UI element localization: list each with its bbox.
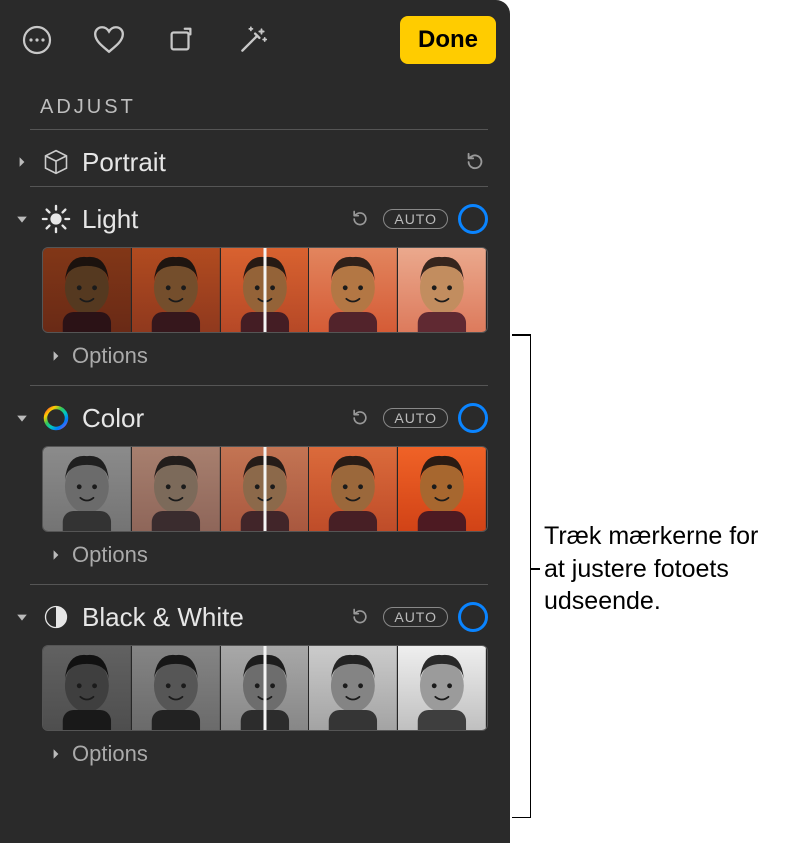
chevron-right-icon [14,154,30,170]
portrait-label: Portrait [82,147,452,178]
slider-thumb [309,447,398,531]
light-slider[interactable] [42,247,488,333]
adjustment-row-color[interactable]: Color AUTO [0,394,510,442]
adjust-header: ADJUST [0,80,510,129]
reset-icon[interactable] [462,149,488,175]
slider-thumb [398,646,487,730]
auto-button[interactable]: AUTO [383,607,448,627]
toolbar: Done [0,0,510,80]
reset-icon[interactable] [347,206,373,232]
adjust-panel: Done ADJUST Portrait [0,0,510,843]
enable-toggle[interactable] [458,403,488,433]
chevron-down-icon [14,410,30,426]
enhance-icon[interactable] [230,17,276,63]
crop-icon[interactable] [158,17,204,63]
slider-thumb [398,248,487,332]
auto-button[interactable]: AUTO [383,209,448,229]
chevron-right-icon [48,348,64,364]
light-sun-icon [40,203,72,235]
enable-toggle[interactable] [458,204,488,234]
chevron-right-icon [48,746,64,762]
slider-thumb [132,248,221,332]
chevron-down-icon [14,609,30,625]
slider-thumb [43,646,132,730]
slider-marker[interactable] [264,248,267,332]
enable-toggle[interactable] [458,602,488,632]
color-ring-icon [40,402,72,434]
options-label: Options [72,343,148,369]
callout-tick [530,568,540,570]
portrait-cube-icon [40,146,72,178]
chevron-down-icon [14,211,30,227]
divider [30,385,488,386]
done-button[interactable]: Done [400,16,496,64]
bw-options[interactable]: Options [0,737,510,771]
light-options[interactable]: Options [0,339,510,385]
slider-thumb [398,447,487,531]
slider-thumb [309,248,398,332]
slider-thumb [309,646,398,730]
slider-marker[interactable] [264,646,267,730]
callout-text: Træk mærkerne for at justere fotoets uds… [544,520,784,618]
options-label: Options [72,542,148,568]
divider [30,584,488,585]
light-label: Light [82,204,337,235]
callout-bracket [512,334,531,818]
adjustment-row-portrait[interactable]: Portrait [0,138,510,186]
favorite-icon[interactable] [86,17,132,63]
adjustment-row-bw[interactable]: Black & White AUTO [0,593,510,641]
color-label: Color [82,403,337,434]
reset-icon[interactable] [347,405,373,431]
slider-thumb [43,248,132,332]
options-label: Options [72,741,148,767]
slider-thumb [132,646,221,730]
color-slider[interactable] [42,446,488,532]
slider-thumb [132,447,221,531]
divider [30,186,488,187]
divider [30,129,488,130]
slider-thumb [43,447,132,531]
bw-half-circle-icon [40,601,72,633]
adjustment-row-light[interactable]: Light AUTO [0,195,510,243]
more-icon[interactable] [14,17,60,63]
color-options[interactable]: Options [0,538,510,584]
reset-icon[interactable] [347,604,373,630]
chevron-right-icon [48,547,64,563]
auto-button[interactable]: AUTO [383,408,448,428]
slider-marker[interactable] [264,447,267,531]
bw-label: Black & White [82,602,337,633]
bw-slider[interactable] [42,645,488,731]
